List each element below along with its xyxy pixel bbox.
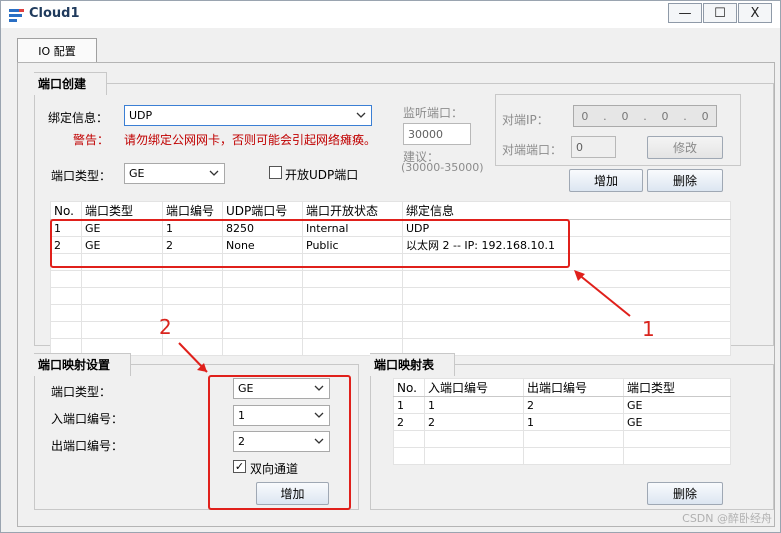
table-cell: 1 xyxy=(424,396,524,414)
port-type-label: 端口类型： xyxy=(51,169,112,183)
table-row xyxy=(393,430,731,448)
add-port-button[interactable]: 增加 xyxy=(569,169,643,192)
maximize-button[interactable]: ☐ xyxy=(703,3,737,23)
col-header: No. xyxy=(393,378,425,397)
maximize-icon: ☐ xyxy=(714,5,726,21)
port-type-value: GE xyxy=(129,167,145,180)
close-icon: X xyxy=(750,5,760,21)
col-header: UDP端口号 xyxy=(222,201,303,220)
listen-port-label: 监听端口： xyxy=(403,106,464,120)
bind-info-value: UDP xyxy=(129,109,153,122)
col-header: 端口类型 xyxy=(623,378,731,397)
col-header: 端口开放状态 xyxy=(302,201,403,220)
window-title: Cloud1 xyxy=(29,6,80,21)
delete-port-button[interactable]: 删除 xyxy=(647,169,723,192)
peer-port-input[interactable]: 0 xyxy=(571,136,616,158)
ip-octet-3: 0 xyxy=(661,109,669,123)
open-udp-checkbox[interactable] xyxy=(269,166,282,179)
ip-octet-2: 0 xyxy=(621,109,629,123)
table-cell: GE xyxy=(623,396,731,414)
col-header: 出端口编号 xyxy=(523,378,624,397)
title-bar: Cloud1 — ☐ X xyxy=(1,1,780,28)
annotation-label-1: 1 xyxy=(642,317,655,341)
ip-octet-4: 0 xyxy=(701,109,709,123)
cloud-app-icon xyxy=(9,9,24,22)
peer-ip-input[interactable]: 0. 0. 0. 0 xyxy=(573,105,717,127)
col-header: 端口类型 xyxy=(81,201,163,220)
annotation-label-2: 2 xyxy=(159,315,172,339)
table-cell: GE xyxy=(623,413,731,431)
peer-port-label: 对端端口： xyxy=(502,143,563,157)
in-port-label: 入端口编号： xyxy=(51,412,124,426)
suggest-range: (30000-35000) xyxy=(401,161,484,174)
warning-label: 警告： xyxy=(73,133,110,147)
col-header: 端口编号 xyxy=(162,201,223,220)
bind-info-select[interactable]: UDP xyxy=(124,105,372,126)
cloud1-window: Cloud1 — ☐ X IO 配置 端口创建 绑定信息： UDP 警告： 请勿… xyxy=(0,0,781,533)
warning-text: 请勿绑定公网网卡，否则可能会引起网络瘫痪。 xyxy=(124,133,377,147)
col-header: No. xyxy=(50,201,82,220)
annotation-box-1 xyxy=(50,219,570,268)
ip-dot: . xyxy=(643,109,647,123)
listen-port-input[interactable]: 30000 xyxy=(403,123,471,145)
annotation-box-2 xyxy=(208,375,351,510)
table-header-row: No. 端口类型 端口编号 UDP端口号 端口开放状态 绑定信息 xyxy=(50,201,731,220)
minimize-icon: — xyxy=(678,5,692,21)
map-port-type-label: 端口类型： xyxy=(51,385,112,399)
mapping-table: No. 入端口编号 出端口编号 端口类型 1 1 2 GE 2 2 1 GE xyxy=(393,378,731,465)
port-creation-title: 端口创建 xyxy=(34,72,108,95)
chevron-down-icon xyxy=(209,170,219,176)
port-type-select[interactable]: GE xyxy=(124,163,225,184)
open-udp-label: 开放UDP端口 xyxy=(285,168,359,182)
bind-info-label: 绑定信息： xyxy=(48,111,109,125)
table-cell: 2 xyxy=(393,413,425,431)
tab-io-config[interactable]: IO 配置 xyxy=(17,38,97,63)
ip-octet-1: 0 xyxy=(581,109,589,123)
table-row[interactable]: 1 1 2 GE xyxy=(393,396,731,414)
minimize-button[interactable]: — xyxy=(668,3,702,23)
col-header: 入端口编号 xyxy=(424,378,524,397)
modify-button[interactable]: 修改 xyxy=(647,136,723,159)
delete-mapping-button[interactable]: 删除 xyxy=(647,482,723,505)
table-header-row: No. 入端口编号 出端口编号 端口类型 xyxy=(393,378,731,397)
table-row xyxy=(393,447,731,465)
ip-dot: . xyxy=(683,109,687,123)
close-button[interactable]: X xyxy=(738,3,772,23)
annotation-arrow-1 xyxy=(574,270,631,317)
watermark: CSDN @醉卧经舟 xyxy=(682,512,772,525)
col-header: 绑定信息 xyxy=(402,201,731,220)
table-cell: 2 xyxy=(424,413,524,431)
port-mapping-title: 端口映射设置 xyxy=(34,353,132,376)
table-cell: 1 xyxy=(393,396,425,414)
table-row[interactable]: 2 2 1 GE xyxy=(393,413,731,431)
table-cell: 1 xyxy=(523,413,624,431)
chevron-down-icon xyxy=(356,112,366,118)
ip-dot: . xyxy=(603,109,607,123)
out-port-label: 出端口编号： xyxy=(51,439,124,453)
mapping-table-title: 端口映射表 xyxy=(370,353,456,376)
table-cell: 2 xyxy=(523,396,624,414)
peer-ip-label: 对端IP： xyxy=(502,113,549,127)
